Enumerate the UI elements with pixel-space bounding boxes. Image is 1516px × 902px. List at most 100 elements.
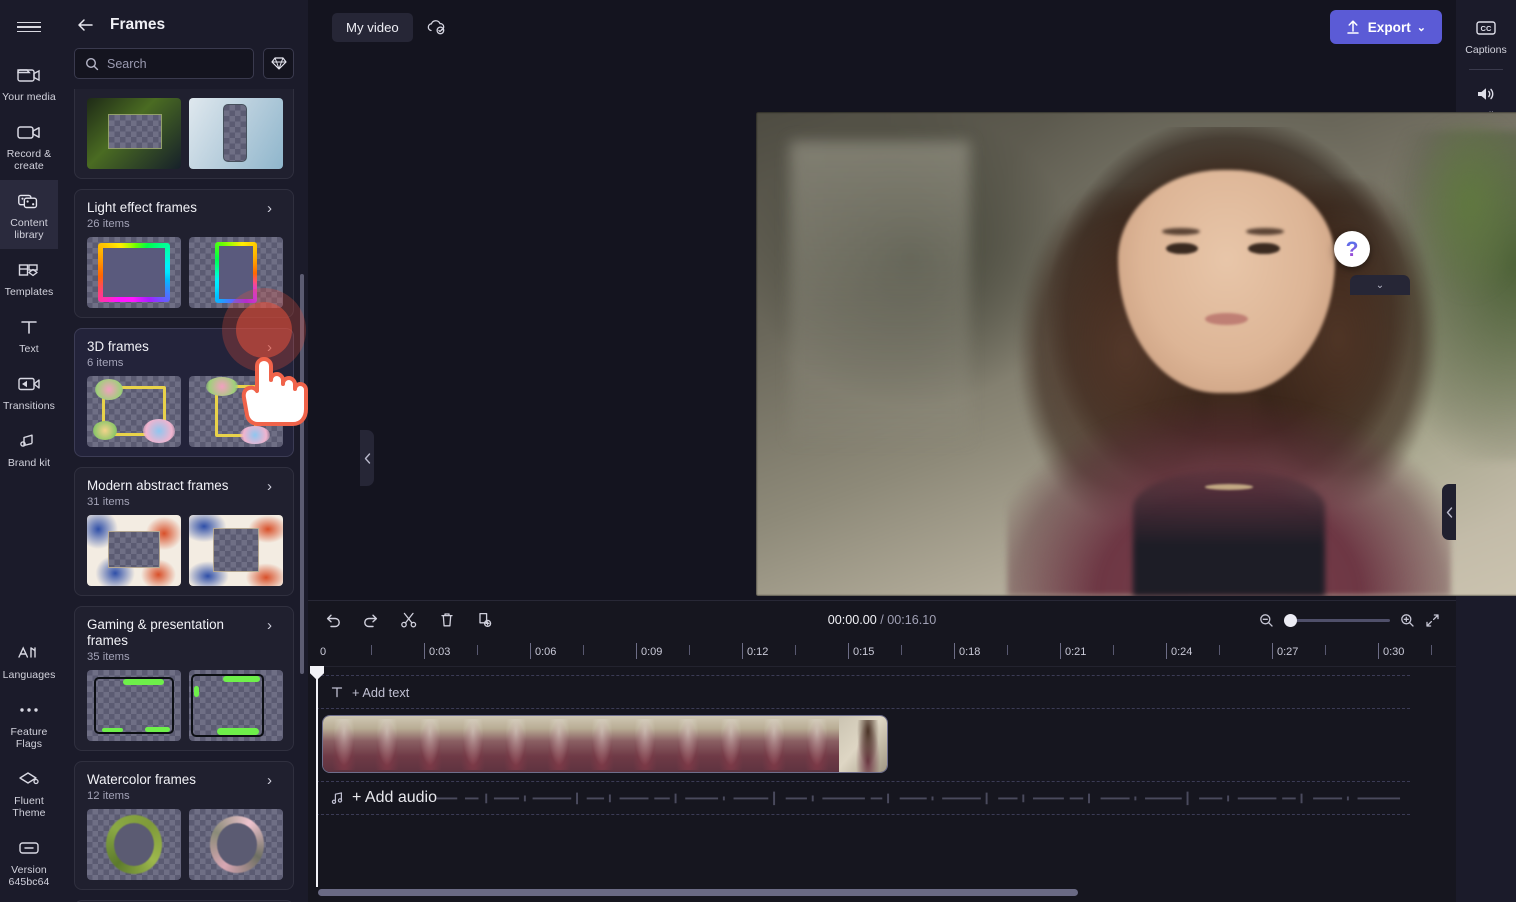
back-arrow-icon[interactable] [74, 14, 96, 36]
sidebar-label: Fluent Theme [12, 795, 46, 819]
clip-frame [753, 716, 796, 772]
category-name: Modern abstract frames [87, 478, 229, 493]
frame-thumbnail[interactable] [189, 237, 283, 308]
ruler-label: 0:30 [1383, 646, 1405, 658]
version-box-icon [16, 836, 42, 860]
panel-title: Frames [110, 16, 166, 33]
panel-collapse-handle[interactable] [360, 430, 374, 486]
category-card-watercolor-frames[interactable]: Watercolor frames 12 items › [74, 761, 294, 890]
premium-filter-button[interactable] [263, 48, 294, 79]
add-text-label: + Add text [352, 684, 410, 700]
clip-frame [409, 716, 452, 772]
sidebar-item-brand-kit[interactable]: Brand kit [0, 420, 58, 477]
video-subject [988, 112, 1470, 596]
music-note-icon [330, 791, 344, 805]
chevron-right-icon[interactable]: › [267, 617, 283, 634]
ruler-label: 0 [320, 646, 327, 658]
category-card-3d-frames[interactable]: 3D frames 6 items › [74, 328, 294, 457]
background-window [790, 141, 971, 442]
add-audio-track[interactable]: + Add audio [316, 781, 1410, 815]
chevron-right-icon[interactable]: › [267, 478, 283, 495]
sidebar-item-record-create[interactable]: Record & create [0, 111, 58, 180]
frame-thumbnail[interactable] [189, 98, 283, 169]
chevron-left-icon [1446, 506, 1453, 518]
right-panel-collapse-handle[interactable] [1442, 484, 1456, 540]
zoom-in-icon[interactable] [1400, 613, 1415, 628]
frame-thumbnail[interactable] [189, 376, 283, 447]
category-name: Light effect frames [87, 200, 197, 215]
cc-icon: CC [1473, 16, 1499, 40]
help-question-icon: ? [1345, 237, 1359, 261]
export-button[interactable]: Export ⌄ [1329, 10, 1442, 44]
timeline-horizontal-scrollbar[interactable] [318, 889, 1078, 896]
timeline-ruler[interactable]: 0 0:03 0:06 0:09 0:12 0:15 0:18 0:21 0:2… [316, 639, 1456, 667]
chevron-right-icon[interactable]: › [267, 200, 283, 217]
frame-thumbnail[interactable] [87, 670, 181, 741]
playhead[interactable] [310, 666, 324, 887]
cloud-saved-icon [425, 16, 447, 38]
ruler-label: 0:27 [1277, 646, 1299, 658]
add-text-track[interactable]: + Add text [316, 675, 1410, 709]
sidebar-item-fluent-theme[interactable]: Fluent Theme [0, 758, 58, 827]
zoom-slider-handle[interactable] [1284, 613, 1297, 627]
clip-frame [495, 716, 538, 772]
video-preview[interactable] [756, 112, 1516, 596]
redo-icon[interactable] [360, 609, 382, 631]
sidebar-label: Brand kit [7, 457, 51, 469]
hamburger-menu-icon[interactable] [0, 0, 58, 54]
undo-icon[interactable] [322, 609, 344, 631]
audio-waveform [436, 791, 1401, 806]
category-card-gaming-presentation-frames[interactable]: Gaming & presentation frames 35 items › [74, 606, 294, 751]
help-button[interactable]: ? [1334, 231, 1370, 267]
add-audio-label: + Add audio [352, 789, 437, 806]
sidebar-item-version[interactable]: Version 645bc64 [0, 827, 58, 902]
clip-frame [323, 716, 366, 772]
preview-collapse-tab[interactable]: ⌄ [1350, 275, 1410, 295]
category-count: 26 items [87, 218, 130, 230]
sidebar-label: Your media [2, 91, 56, 103]
sidebar-item-text[interactable]: Text [0, 306, 58, 363]
trash-icon[interactable] [436, 609, 458, 631]
ruler-label: 0:09 [641, 646, 663, 658]
rail-item-captions[interactable]: CC Captions [1456, 6, 1516, 65]
chevron-right-icon[interactable]: › [267, 339, 283, 356]
duplicate-icon[interactable] [474, 609, 496, 631]
search-input[interactable] [107, 56, 243, 71]
category-card-modern-abstract-frames[interactable]: Modern abstract frames 31 items › [74, 467, 294, 596]
frames-panel: Frames Search Light effect frames 26 ite… [58, 0, 374, 902]
zoom-slider[interactable] [1284, 613, 1390, 627]
frames-category-list[interactable]: Light effect frames 26 items › 3D frames… [58, 89, 308, 902]
category-card-light-effect-frames[interactable]: Light effect frames 26 items › [74, 189, 294, 318]
chevron-right-icon[interactable]: › [267, 772, 283, 789]
frame-thumbnail[interactable] [87, 98, 181, 169]
folder-video-icon [16, 63, 42, 87]
fit-to-screen-icon[interactable] [1425, 613, 1440, 628]
frame-thumbnail[interactable] [189, 670, 283, 741]
video-clip[interactable] [322, 715, 888, 773]
clip-frame [710, 716, 753, 772]
frame-thumbnail[interactable] [87, 237, 181, 308]
project-name-field[interactable]: My video [332, 12, 413, 42]
sidebar-item-content-library[interactable]: Content library [0, 180, 58, 249]
frame-thumbnail[interactable] [87, 515, 181, 586]
clip-frame [452, 716, 495, 772]
sidebar-item-feature-flags[interactable]: Feature Flags [0, 689, 58, 758]
sidebar-item-your-media[interactable]: Your media [0, 54, 58, 111]
search-input-wrapper[interactable] [74, 48, 254, 79]
rail-divider [1469, 69, 1503, 70]
panel-scrollbar[interactable] [300, 274, 304, 674]
sidebar-item-languages[interactable]: Languages [0, 632, 58, 689]
frame-thumbnail[interactable] [87, 809, 181, 880]
frame-thumbnail[interactable] [87, 376, 181, 447]
frame-thumbnail[interactable] [189, 515, 283, 586]
sidebar-item-transitions[interactable]: Transitions [0, 363, 58, 420]
svg-text:CC: CC [1481, 24, 1492, 33]
total-time: 00:16.10 [887, 613, 937, 627]
frame-thumbnail[interactable] [189, 809, 283, 880]
sidebar-label: Templates [4, 286, 54, 298]
category-card-partial[interactable] [74, 89, 294, 179]
zoom-out-icon[interactable] [1259, 613, 1274, 628]
scissors-icon[interactable] [398, 609, 420, 631]
sidebar-item-templates[interactable]: Templates [0, 249, 58, 306]
text-t-icon [16, 315, 42, 339]
